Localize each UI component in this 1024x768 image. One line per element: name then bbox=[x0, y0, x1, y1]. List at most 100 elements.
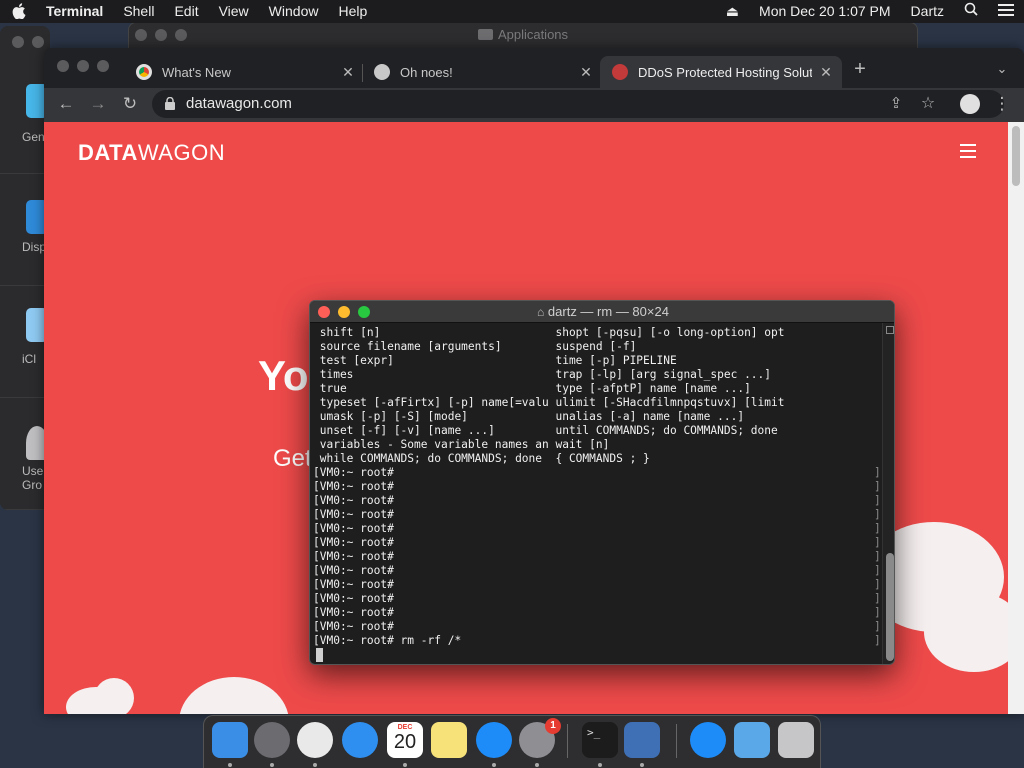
calendar-day: 20 bbox=[393, 731, 417, 753]
terminal-line: typeset [-afFirtx] [-p] name[=valu ulimi… bbox=[313, 396, 785, 409]
terminal-mark-bracket: ] bbox=[874, 620, 881, 633]
logo-light-text: WAGON bbox=[137, 140, 226, 165]
terminal-mark-bracket: ] bbox=[874, 508, 881, 521]
pref-item-icloud[interactable]: iCl bbox=[0, 286, 50, 398]
address-bar[interactable]: datawagon.com ⇪ ☆ bbox=[152, 90, 1004, 118]
notes-icon[interactable] bbox=[431, 722, 467, 758]
datawagon-logo[interactable]: DATAWAGON bbox=[78, 140, 225, 166]
running-indicator bbox=[313, 763, 317, 767]
back-arrow-icon[interactable]: ← bbox=[56, 93, 76, 115]
terminal-mark-bracket: ] bbox=[874, 592, 881, 605]
terminal-mark-bracket: ] bbox=[874, 522, 881, 535]
menu-user[interactable]: Dartz bbox=[901, 0, 954, 23]
tab-datawagon[interactable]: DDoS Protected Hosting Soluti ✕ bbox=[600, 56, 842, 88]
terminal-line: variables - Some variable names an wait … bbox=[313, 438, 610, 451]
window-minimize-button[interactable] bbox=[77, 60, 89, 72]
terminal-title-text: dartz — rm — 80×24 bbox=[547, 304, 669, 319]
pref-label: iCl bbox=[22, 352, 36, 366]
terminal-line: [VM0:~ root# bbox=[313, 536, 394, 549]
control-center-icon[interactable] bbox=[988, 0, 1024, 23]
window-zoom-button[interactable] bbox=[97, 60, 109, 72]
lock-icon bbox=[165, 97, 175, 110]
tab-label: Oh noes! bbox=[400, 64, 453, 80]
terminal-line: [VM0:~ root# bbox=[313, 606, 394, 619]
system-preferences-icon[interactable]: 1 bbox=[519, 718, 561, 758]
forward-arrow-icon[interactable]: → bbox=[88, 93, 108, 115]
running-indicator bbox=[270, 763, 274, 767]
finder-title: Applications bbox=[129, 27, 917, 42]
window-close-button[interactable] bbox=[57, 60, 69, 72]
page-scrollbar[interactable] bbox=[1008, 122, 1024, 714]
menu-edit[interactable]: Edit bbox=[164, 0, 208, 23]
menu-bar: Terminal Shell Edit View Window Help ⏏ M… bbox=[0, 0, 1024, 23]
share-icon[interactable]: ⇪ bbox=[886, 93, 906, 115]
terminal-line: shift [n] shopt [-pqsu] [-o long-option]… bbox=[313, 326, 785, 339]
terminal-mark-bracket: ] bbox=[874, 634, 881, 647]
tab-oh-noes[interactable]: Oh noes! ✕ bbox=[368, 56, 594, 88]
tab-label: DDoS Protected Hosting Soluti bbox=[638, 64, 812, 80]
launchpad-icon[interactable] bbox=[254, 722, 290, 758]
terminal-line: [VM0:~ root# bbox=[313, 508, 394, 521]
spotlight-search-icon[interactable] bbox=[954, 0, 988, 23]
finder-icon[interactable] bbox=[212, 722, 248, 758]
terminal-mark-bracket: ] bbox=[874, 564, 881, 577]
running-indicator bbox=[403, 763, 407, 767]
apple-menu[interactable] bbox=[0, 0, 36, 23]
running-indicator bbox=[598, 763, 602, 767]
more-menu-icon[interactable]: ⋮ bbox=[992, 93, 1012, 115]
scrollbar-thumb[interactable] bbox=[1012, 126, 1020, 186]
window-minimize-button[interactable] bbox=[32, 36, 44, 48]
terminal-line: [VM0:~ root# bbox=[313, 550, 394, 563]
terminal-scrollbar-thumb[interactable] bbox=[886, 553, 894, 661]
trash-icon[interactable] bbox=[778, 722, 814, 758]
menu-app-name[interactable]: Terminal bbox=[36, 0, 113, 23]
pref-item-users-groups[interactable]: Use Gro bbox=[0, 398, 50, 510]
eject-icon[interactable]: ⏏ bbox=[716, 0, 749, 23]
app-store-downloads-icon[interactable] bbox=[690, 722, 726, 758]
terminal-mark-bracket: ] bbox=[874, 536, 881, 549]
terminal-output[interactable]: shift [n] shopt [-pqsu] [-o long-option]… bbox=[310, 323, 882, 664]
reload-icon[interactable]: ↻ bbox=[120, 93, 140, 115]
virtualbox-icon[interactable] bbox=[624, 722, 660, 758]
hamburger-menu-icon[interactable] bbox=[960, 144, 976, 162]
pref-item-general[interactable]: Gen bbox=[0, 62, 50, 174]
menu-clock[interactable]: Mon Dec 20 1:07 PM bbox=[749, 0, 901, 23]
window-close-button[interactable] bbox=[12, 36, 24, 48]
running-indicator bbox=[492, 763, 496, 767]
tab-separator bbox=[362, 64, 363, 82]
running-indicator bbox=[535, 763, 539, 767]
pref-item-displays[interactable]: Disp bbox=[0, 174, 50, 286]
new-tab-icon[interactable]: + bbox=[850, 58, 870, 80]
terminal-mark-bracket: ] bbox=[874, 466, 881, 479]
logo-bold-text: DATA bbox=[78, 140, 138, 165]
terminal-line: times trap [-lp] [arg signal_spec ...] bbox=[313, 368, 772, 381]
close-icon[interactable]: ✕ bbox=[818, 64, 834, 81]
menu-window[interactable]: Window bbox=[259, 0, 329, 23]
app-store-icon[interactable] bbox=[476, 722, 512, 758]
profile-avatar-icon[interactable] bbox=[960, 94, 980, 114]
downloads-folder-icon[interactable] bbox=[734, 722, 770, 758]
dock-separator bbox=[676, 724, 677, 758]
tab-label: What's New bbox=[162, 64, 231, 80]
chrome-icon[interactable] bbox=[297, 722, 333, 758]
tab-search-chevron-icon[interactable]: ⌄ bbox=[992, 58, 1012, 80]
menu-help[interactable]: Help bbox=[328, 0, 377, 23]
menu-shell[interactable]: Shell bbox=[113, 0, 164, 23]
close-icon[interactable]: ✕ bbox=[578, 64, 594, 81]
terminal-titlebar[interactable]: ⌂ dartz — rm — 80×24 bbox=[310, 301, 894, 323]
apple-icon bbox=[12, 3, 26, 19]
menu-view[interactable]: View bbox=[209, 0, 259, 23]
safari-icon[interactable] bbox=[342, 722, 378, 758]
pref-label: Use Gro bbox=[22, 464, 44, 492]
notification-badge: 1 bbox=[545, 718, 561, 734]
tab-whats-new[interactable]: What's New ✕ bbox=[130, 56, 356, 88]
dock: DEC 20 1 >_ bbox=[203, 715, 821, 768]
bookmark-star-icon[interactable]: ☆ bbox=[918, 93, 938, 115]
terminal-line: true type [-afptP] name [name ...] bbox=[313, 382, 751, 395]
terminal-icon[interactable]: >_ bbox=[582, 722, 618, 758]
terminal-prompt-glyph: >_ bbox=[587, 726, 601, 739]
calendar-icon[interactable]: DEC 20 bbox=[387, 722, 423, 758]
terminal-scrollbar[interactable] bbox=[882, 323, 894, 664]
close-icon[interactable]: ✕ bbox=[340, 64, 356, 81]
terminal-mark-bracket: ] bbox=[874, 494, 881, 507]
